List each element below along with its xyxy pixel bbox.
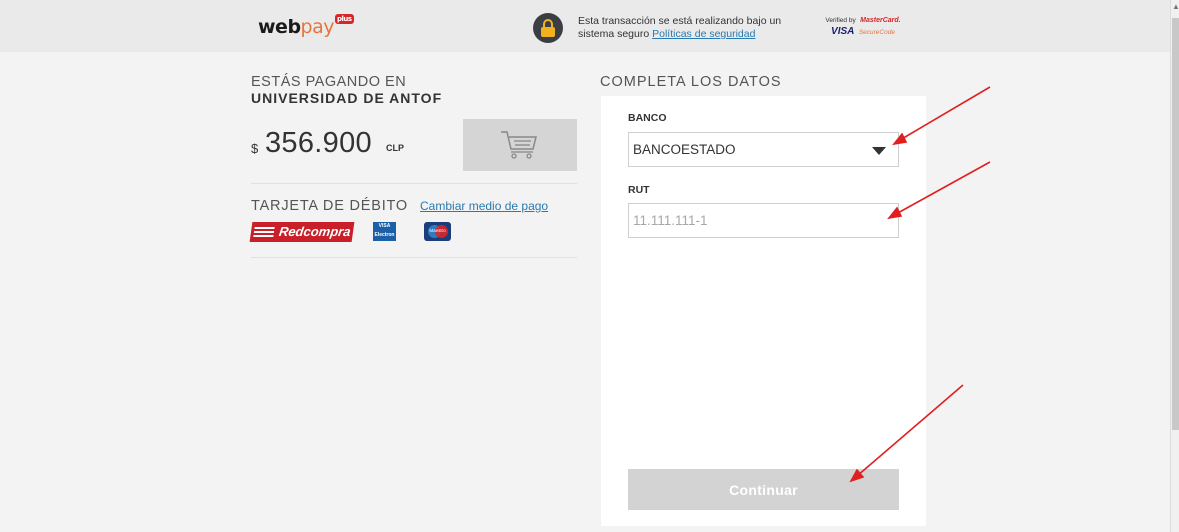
payment-method-row: TARJETA DE DÉBITO Cambiar medio de pago bbox=[251, 198, 577, 214]
visa-electron-line2: Electron bbox=[374, 232, 395, 238]
currency-symbol: $ bbox=[251, 141, 259, 156]
annotation-arrows bbox=[849, 86, 991, 483]
visa-electron-logo: VISA Electron bbox=[373, 222, 396, 241]
scroll-up-icon[interactable]: ▲ bbox=[1172, 2, 1179, 11]
amount-row: $ 356.900 CLP bbox=[251, 119, 577, 183]
currency-code: CLP bbox=[386, 143, 404, 153]
payment-form-panel: BANCO BANCOESTADO RUT Continuar bbox=[601, 96, 926, 526]
visa-logo: VISA bbox=[831, 26, 855, 37]
bank-label: BANCO bbox=[628, 112, 667, 124]
divider bbox=[251, 183, 577, 184]
scrollbar-thumb[interactable] bbox=[1172, 18, 1179, 430]
form-title: COMPLETA LOS DATOS bbox=[600, 74, 782, 90]
maestro-text: Maestro bbox=[429, 228, 446, 233]
redcompra-logo: Redcompra bbox=[249, 222, 355, 242]
rut-input[interactable] bbox=[628, 203, 899, 238]
lock-icon bbox=[533, 13, 563, 43]
top-bar: webpay plus Esta transacción se está real… bbox=[0, 0, 1170, 52]
cart-button[interactable] bbox=[463, 119, 577, 171]
security-policies-link[interactable]: Políticas de seguridad bbox=[652, 28, 755, 40]
secure-transaction-text: Esta transacción se está realizando bajo… bbox=[578, 15, 798, 41]
securecode-logo: SecureCode bbox=[858, 29, 895, 36]
dropdown-arrow-icon[interactable] bbox=[872, 147, 886, 155]
verified-by-badges: Verified by MasterCard. VISA SecureCode bbox=[818, 13, 908, 37]
merchant-name: UNIVERSIDAD DE ANTOF bbox=[251, 90, 443, 106]
bank-selected-value: BANCOESTADO bbox=[633, 142, 736, 157]
bank-select[interactable]: BANCOESTADO bbox=[628, 132, 899, 167]
shopping-cart-icon bbox=[501, 131, 537, 159]
webpay-logo: webpay plus bbox=[258, 14, 354, 38]
page-scrollbar[interactable]: ▲ bbox=[1170, 0, 1179, 532]
logo-web-text: web bbox=[258, 16, 301, 38]
divider bbox=[251, 257, 577, 258]
paying-label: ESTÁS PAGANDO EN bbox=[251, 74, 407, 90]
card-type-label: TARJETA DE DÉBITO bbox=[251, 198, 409, 214]
rut-label: RUT bbox=[628, 184, 650, 196]
logo-pay-text: pay bbox=[300, 16, 335, 38]
mastercard-logo: MasterCard. bbox=[860, 17, 901, 24]
payment-amount: 356.900 bbox=[265, 127, 372, 159]
logo-plus-badge: plus bbox=[335, 14, 354, 24]
payment-summary: ESTÁS PAGANDO EN UNIVERSIDAD DE ANTOF $ … bbox=[249, 74, 577, 252]
continue-button[interactable]: Continuar bbox=[628, 469, 899, 510]
verified-by-text: Verified by bbox=[825, 17, 856, 24]
maestro-logo: Maestro bbox=[424, 222, 451, 241]
redcompra-text: Redcompra bbox=[278, 224, 352, 239]
card-logos: Redcompra VISA Electron Maestro bbox=[249, 222, 577, 252]
change-payment-method-link[interactable]: Cambiar medio de pago bbox=[420, 199, 548, 213]
visa-electron-line1: VISA bbox=[378, 223, 391, 229]
